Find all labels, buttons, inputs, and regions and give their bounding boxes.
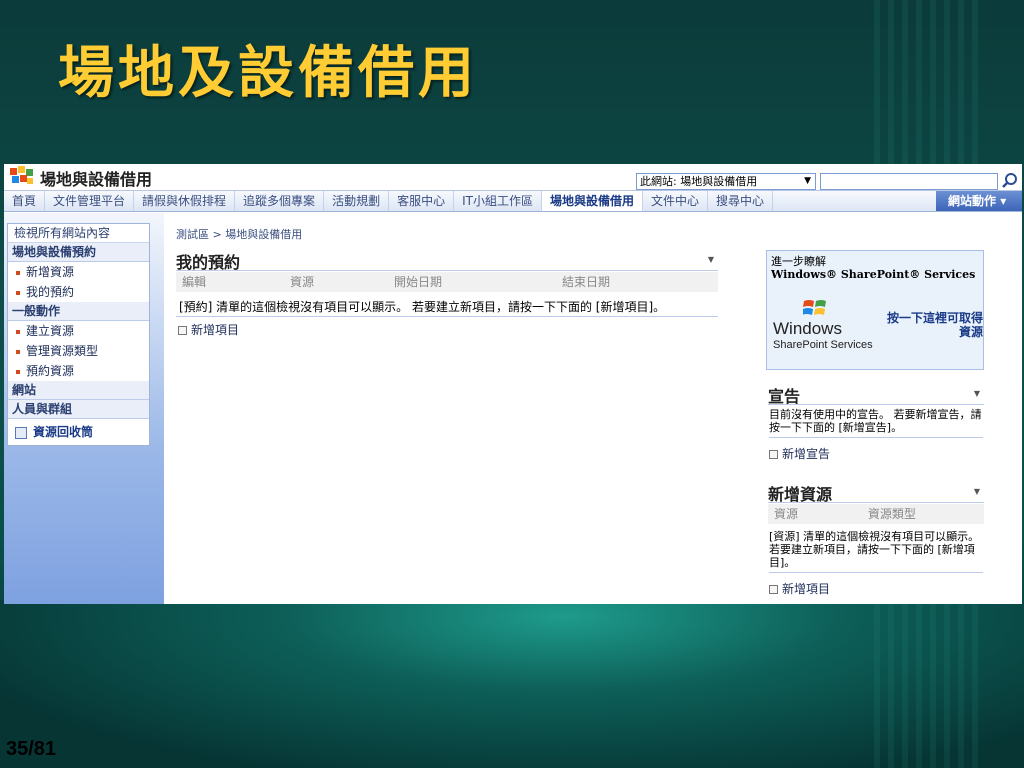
- search-scope-value: 此網站: 場地與設備借用: [640, 175, 758, 188]
- chevron-down-icon: ▼: [804, 176, 811, 186]
- new-resources-header: 新增資源 ▼: [768, 481, 984, 504]
- chevron-down-icon[interactable]: ▼: [974, 487, 980, 496]
- ql-item-manage-resource-types[interactable]: 管理資源類型: [8, 341, 149, 361]
- sharepoint-logo-icon: [10, 166, 33, 184]
- sharepoint-services-text: SharePoint Services: [773, 339, 873, 351]
- announcements-empty-message: 目前沒有使用中的宣告。 若要新增宣告，請按一下下面的 [新增宣告]。: [769, 408, 983, 438]
- add-item-icon: [178, 326, 187, 335]
- column-header-start-date[interactable]: 開始日期: [388, 272, 556, 292]
- site-actions-menu[interactable]: 網站動作 ▾: [936, 191, 1022, 211]
- main-content: 測試區 > 場地與設備借用 我的預約 ▼ 編輯 資源 開始日期 結束日期 [預約…: [164, 213, 1022, 604]
- recycle-bin-icon: [15, 426, 27, 439]
- ql-item-label: 預約資源: [26, 364, 75, 378]
- nav-tab-document-center[interactable]: 文件中心: [643, 191, 708, 211]
- search-scope-dropdown[interactable]: 此網站: 場地與設備借用 ▼: [636, 173, 816, 190]
- chevron-down-icon[interactable]: ▼: [708, 255, 714, 264]
- site-actions-label: 網站動作: [948, 194, 997, 208]
- nav-tab-it-workspace[interactable]: IT小組工作區: [454, 191, 542, 211]
- column-header-end-date[interactable]: 結束日期: [556, 272, 610, 292]
- search-icon[interactable]: [1001, 172, 1019, 190]
- nav-tab-search-center[interactable]: 搜尋中心: [708, 191, 774, 211]
- announcements-title[interactable]: 宣告: [768, 387, 800, 406]
- add-item-icon: [769, 450, 778, 459]
- add-link-label: 新增宣告: [782, 447, 831, 461]
- nav-tab-room-equipment[interactable]: 場地與設備借用: [541, 191, 643, 211]
- nav-tab-home[interactable]: 首頁: [4, 191, 46, 211]
- bullet-icon: [16, 270, 20, 275]
- view-all-site-content-link[interactable]: 檢視所有網站內容: [8, 224, 149, 243]
- windows-flag-icon: [803, 300, 826, 315]
- learn-more-box: 進一步瞭解 Windows® SharePoint® Services Wind…: [766, 250, 984, 370]
- search-input[interactable]: [820, 173, 998, 190]
- ql-item-label: 我的預約: [26, 285, 75, 299]
- nav-tab-leave-schedule[interactable]: 請假與休假排程: [134, 191, 236, 211]
- my-reservations-empty-message: [預約] 清單的這個檢視沒有項目可以顯示。 若要建立新項目，請按一下下面的 [新…: [176, 297, 718, 317]
- quick-launch-box: 檢視所有網站內容 場地與設備預約 新增資源 我的預約 一般動作 建立資源 管理資…: [7, 223, 150, 446]
- get-resources-link[interactable]: 按一下這裡可取得資源: [879, 311, 983, 339]
- add-link-label: 新增項目: [782, 582, 831, 596]
- ql-item-label: 建立資源: [26, 324, 75, 338]
- nav-tab-document-platform[interactable]: 文件管理平台: [45, 191, 135, 211]
- learn-more-product: Windows® SharePoint® Services: [771, 268, 976, 281]
- ql-item-reserve-resource[interactable]: 預約資源: [8, 361, 149, 381]
- bullet-icon: [16, 290, 20, 295]
- ql-item-label: 管理資源類型: [26, 344, 99, 358]
- ql-heading-people-groups[interactable]: 人員與群組: [8, 400, 149, 419]
- chevron-down-icon: ▾: [1000, 194, 1007, 208]
- bullet-icon: [16, 349, 20, 354]
- column-header-resource-type[interactable]: 資源類型: [862, 507, 916, 521]
- ql-heading-reservations[interactable]: 場地與設備預約: [8, 243, 149, 262]
- slide-title: 場地及設備借用: [58, 41, 478, 106]
- nav-tab-help-desk[interactable]: 客服中心: [389, 191, 455, 211]
- bullet-icon: [16, 369, 20, 374]
- bullet-icon: [16, 329, 20, 334]
- ql-heading-general-actions[interactable]: 一般動作: [8, 302, 149, 321]
- recycle-bin-label: 資源回收筒: [33, 425, 94, 439]
- quick-launch: 檢視所有網站內容 場地與設備預約 新增資源 我的預約 一般動作 建立資源 管理資…: [4, 213, 164, 604]
- my-reservations-title[interactable]: 我的預約: [176, 253, 240, 272]
- nav-tab-project-tracking[interactable]: 追蹤多個專案: [235, 191, 325, 211]
- background-glow: [0, 600, 1024, 768]
- windows-logo-text: Windows: [773, 319, 842, 338]
- my-reservations-column-headers: 編輯 資源 開始日期 結束日期: [176, 272, 718, 292]
- add-announcement-link[interactable]: 新增宣告: [769, 445, 830, 462]
- breadcrumb[interactable]: 測試區 > 場地與設備借用: [176, 226, 302, 242]
- column-header-edit[interactable]: 編輯: [176, 272, 284, 292]
- ql-item-create-resource[interactable]: 建立資源: [8, 321, 149, 341]
- sharepoint-screenshot: 場地與設備借用 此網站: 場地與設備借用 ▼ 首頁 文件管理平台 請假與休假排程…: [4, 164, 1022, 604]
- my-reservations-header: 我的預約 ▼: [176, 249, 718, 272]
- add-resource-item-link[interactable]: 新增項目: [769, 580, 830, 597]
- add-link-label: 新增項目: [191, 323, 240, 337]
- ql-item-my-reservations[interactable]: 我的預約: [8, 282, 149, 302]
- column-header-resource[interactable]: 資源: [768, 504, 858, 524]
- add-new-item-link[interactable]: 新增項目: [178, 321, 239, 338]
- site-title: 場地與設備借用: [40, 170, 153, 189]
- chevron-down-icon[interactable]: ▼: [974, 389, 980, 398]
- announcements-header: 宣告 ▼: [768, 383, 984, 406]
- recycle-bin-link[interactable]: 資源回收筒: [8, 419, 149, 445]
- add-item-icon: [769, 585, 778, 594]
- column-header-resource[interactable]: 資源: [284, 272, 388, 292]
- page-body: 檢視所有網站內容 場地與設備預約 新增資源 我的預約 一般動作 建立資源 管理資…: [4, 213, 1022, 604]
- ql-heading-sites[interactable]: 網站: [8, 381, 149, 400]
- slide-page-number: 35/81: [6, 738, 57, 760]
- site-header: 場地與設備借用 此網站: 場地與設備借用 ▼: [4, 164, 1022, 190]
- new-resources-empty-message: [資源] 清單的這個檢視沒有項目可以顯示。 若要建立新項目，請按一下下面的 [新…: [769, 530, 983, 573]
- new-resources-title[interactable]: 新增資源: [768, 485, 832, 504]
- ql-item-new-resource[interactable]: 新增資源: [8, 262, 149, 282]
- ql-item-label: 新增資源: [26, 265, 75, 279]
- learn-more-heading: 進一步瞭解: [771, 255, 826, 268]
- top-navigation: 首頁 文件管理平台 請假與休假排程 追蹤多個專案 活動規劃 客服中心 IT小組工…: [4, 190, 1022, 212]
- new-resources-column-headers: 資源 資源類型: [768, 504, 984, 524]
- nav-tab-event-planning[interactable]: 活動規劃: [324, 191, 390, 211]
